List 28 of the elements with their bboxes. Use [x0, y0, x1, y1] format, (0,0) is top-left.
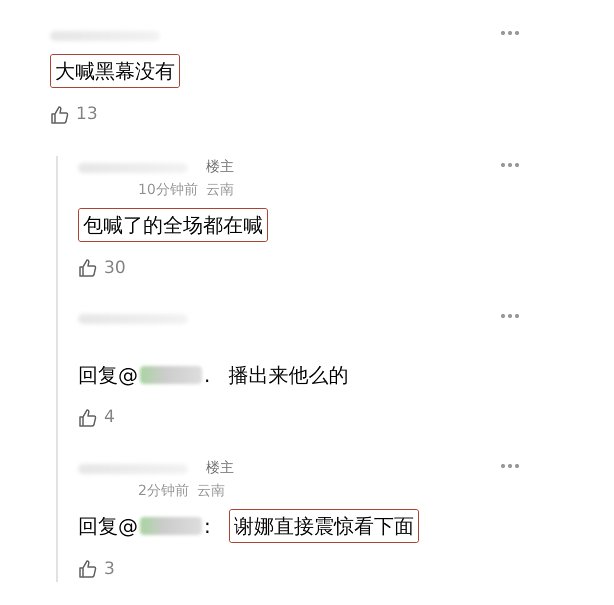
more-icon[interactable]	[500, 30, 520, 36]
thumbs-up-icon[interactable]	[78, 408, 98, 428]
separator: .	[204, 362, 210, 389]
thumbs-up-icon[interactable]	[50, 104, 70, 125]
thumbs-up-icon[interactable]	[78, 258, 98, 278]
separator: :	[204, 512, 211, 540]
like-count: 13	[76, 103, 98, 126]
comment-text: 播出来他么的	[228, 362, 348, 389]
author-label: 楼主	[206, 158, 234, 177]
comment-time: 10分钟前	[138, 181, 198, 200]
comment-location: 云南	[196, 482, 225, 501]
reply-prefix: 回复@	[78, 512, 138, 540]
more-icon[interactable]	[500, 162, 520, 168]
comment-text: 大喊黑幕没有	[50, 54, 180, 88]
author-label: 楼主	[206, 459, 234, 478]
blurred-username	[140, 516, 202, 534]
thumbs-up-icon[interactable]	[78, 559, 98, 580]
like-count: 30	[104, 256, 126, 280]
more-icon[interactable]	[500, 462, 520, 468]
like-count: 3	[104, 558, 115, 580]
reply-prefix: 回复@	[78, 362, 138, 389]
comment-text: 谢娜直接震惊看下面	[228, 508, 419, 542]
blurred-username	[140, 366, 202, 384]
comment-text: 包喊了的全场都在喊	[78, 208, 268, 242]
comment-location: 云南	[206, 181, 234, 200]
comment-time: 2分钟前	[138, 482, 189, 501]
like-count: 4	[104, 406, 115, 429]
more-icon[interactable]	[500, 313, 520, 319]
